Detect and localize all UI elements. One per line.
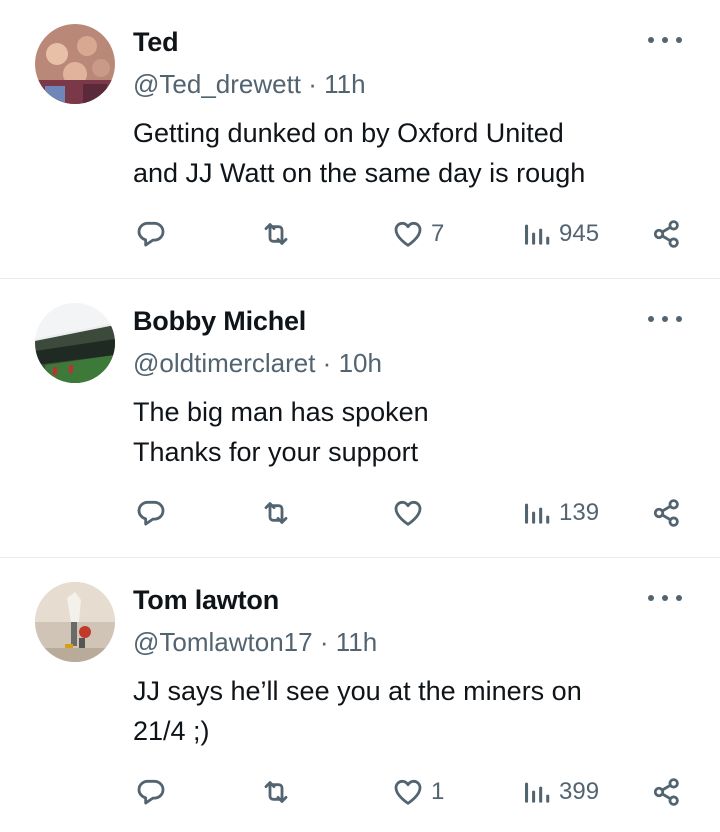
like-count: 7 xyxy=(431,220,445,247)
tweet-text-line: JJ says he’ll see you at the miners on xyxy=(133,676,582,706)
reply-icon xyxy=(135,218,167,250)
view-count: 139 xyxy=(559,499,600,526)
retweet-icon xyxy=(258,497,294,529)
share-button[interactable] xyxy=(651,212,683,256)
more-icon[interactable] xyxy=(648,309,682,329)
views-button[interactable]: 139 xyxy=(521,491,599,535)
share-button[interactable] xyxy=(651,491,683,535)
meta-separator: · xyxy=(301,69,325,99)
author-meta: @Ted_drewett · 11h xyxy=(133,69,366,100)
more-icon[interactable] xyxy=(648,588,682,608)
tweet-text-line: 21/4 ;) xyxy=(133,716,210,746)
view-count: 945 xyxy=(559,220,600,247)
tweet-text: The big man has spoken Thanks for your su… xyxy=(133,392,693,472)
author-name[interactable]: Ted xyxy=(133,27,179,58)
like-count: 1 xyxy=(431,778,445,805)
avatar[interactable] xyxy=(35,303,115,383)
author-handle[interactable]: @Ted_drewett xyxy=(133,69,301,99)
author-name[interactable]: Tom lawton xyxy=(133,585,279,616)
reply-button[interactable] xyxy=(135,770,167,814)
tweet-text-line: The big man has spoken xyxy=(133,397,429,427)
views-icon xyxy=(521,497,553,529)
like-button[interactable]: 1 xyxy=(391,770,444,814)
heart-icon xyxy=(391,218,425,250)
reply-button[interactable] xyxy=(135,491,167,535)
like-button[interactable]: 7 xyxy=(391,212,444,256)
timestamp[interactable]: 10h xyxy=(339,348,382,378)
views-icon xyxy=(521,218,553,250)
share-icon xyxy=(651,218,683,250)
share-icon xyxy=(651,776,683,808)
reply-icon xyxy=(135,776,167,808)
author-name[interactable]: Bobby Michel xyxy=(133,306,306,337)
reply-icon xyxy=(135,497,167,529)
tweet[interactable]: Ted @Ted_drewett · 11h Getting dunked on b… xyxy=(0,0,720,278)
retweet-icon xyxy=(258,218,294,250)
author-meta: @oldtimerclaret · 10h xyxy=(133,348,382,379)
tweet-text: Getting dunked on by Oxford United and JJ… xyxy=(133,113,693,193)
meta-separator: · xyxy=(315,348,339,378)
action-bar: 1 399 xyxy=(0,770,720,814)
views-button[interactable]: 399 xyxy=(521,770,599,814)
author-handle[interactable]: @Tomlawton17 xyxy=(133,627,313,657)
share-button[interactable] xyxy=(651,770,683,814)
views-button[interactable]: 945 xyxy=(521,212,599,256)
tweet-text-line: Thanks for your support xyxy=(133,437,419,467)
retweet-icon xyxy=(258,776,294,808)
share-icon xyxy=(651,497,683,529)
heart-icon xyxy=(391,497,425,529)
meta-separator: · xyxy=(312,627,336,657)
tweet-text-line: and JJ Watt on the same day is rough xyxy=(133,158,586,188)
avatar[interactable] xyxy=(35,582,115,662)
timestamp[interactable]: 11h xyxy=(324,69,365,99)
retweet-button[interactable] xyxy=(258,770,294,814)
tweet[interactable]: Bobby Michel @oldtimerclaret · 10h The big… xyxy=(0,279,720,557)
action-bar: 7 945 xyxy=(0,212,720,256)
action-bar: 139 xyxy=(0,491,720,535)
avatar[interactable] xyxy=(35,24,115,104)
tweet-text-line: Getting dunked on by Oxford United xyxy=(133,118,564,148)
tweet-text: JJ says he’ll see you at the miners on 21… xyxy=(133,671,693,751)
more-icon[interactable] xyxy=(648,30,682,50)
author-meta: @Tomlawton17 · 11h xyxy=(133,627,377,658)
author-handle[interactable]: @oldtimerclaret xyxy=(133,348,315,378)
like-button[interactable] xyxy=(391,491,431,535)
views-icon xyxy=(521,776,553,808)
timestamp[interactable]: 11h xyxy=(336,627,377,657)
retweet-button[interactable] xyxy=(258,491,294,535)
view-count: 399 xyxy=(559,778,600,805)
reply-button[interactable] xyxy=(135,212,167,256)
tweet[interactable]: Tom lawton @Tomlawton17 · 11h JJ says he’l… xyxy=(0,558,720,832)
heart-icon xyxy=(391,776,425,808)
retweet-button[interactable] xyxy=(258,212,294,256)
